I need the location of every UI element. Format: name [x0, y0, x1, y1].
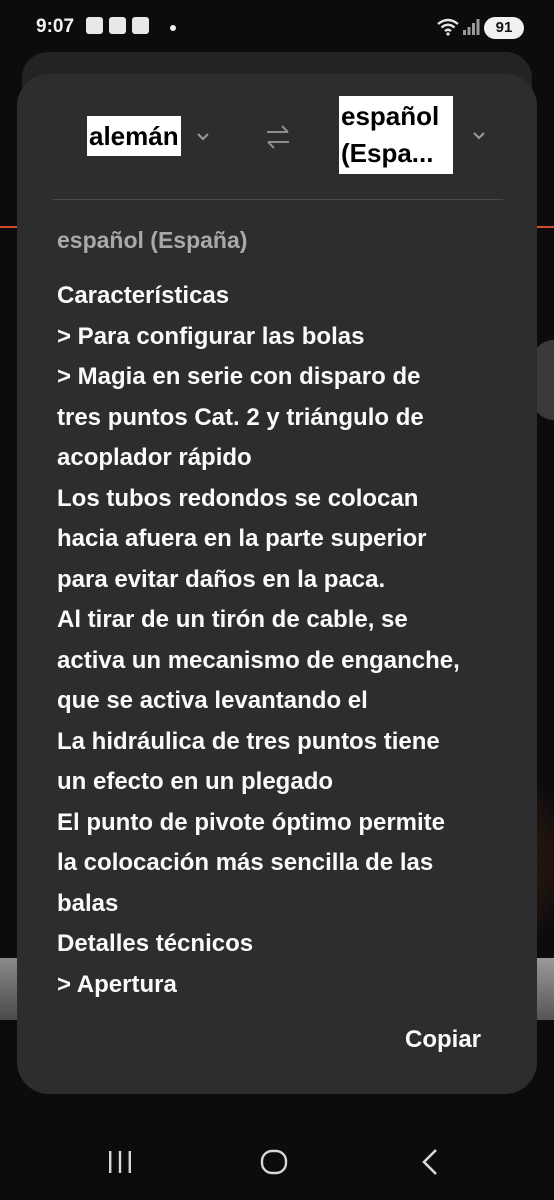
source-language-selector[interactable]: alemán [87, 116, 211, 156]
status-bar: 9:07 91 [0, 0, 554, 58]
result-line: para evitar daños en la paca. [57, 565, 386, 593]
result-line: tres puntos Cat. 2 y triángulo de [57, 403, 424, 431]
app-notification-icon [132, 17, 149, 34]
result-line: Al tirar de un tirón de cable, se [57, 606, 408, 633]
detected-language: español (España) [57, 227, 248, 253]
home-icon[interactable] [260, 1148, 288, 1176]
background-thumbnail-left [0, 958, 18, 1020]
translation-panel: alemán español (Espa... español (España)… [17, 74, 537, 1094]
result-line: > Magia en serie con disparo de [57, 363, 421, 390]
result-line: La hidráulica de tres puntos tiene [57, 727, 440, 755]
source-language-label: alemán [87, 116, 181, 156]
result-line: Los tubos redondos se colocan [57, 484, 419, 512]
recent-apps-icon[interactable] [106, 1150, 134, 1174]
result-line: > Para configurar las bolas [57, 322, 365, 350]
result-line: balas [57, 889, 119, 917]
result-line: Detalles técnicos [57, 930, 254, 957]
swap-arrows-icon[interactable] [263, 124, 293, 150]
result-line: un efecto en un plegado [57, 768, 334, 795]
chevron-down-icon [196, 133, 209, 141]
result-line: > Apertura [57, 970, 177, 998]
navigation-bar [0, 1120, 554, 1200]
result-line: activa un mecanismo de enganche, [57, 646, 460, 674]
chevron-down-icon [473, 132, 485, 140]
battery-indicator: 91 [484, 17, 524, 39]
translation-result: Características > Para configurar las bo… [57, 276, 507, 1005]
result-line: que se activa levantando el [57, 687, 368, 714]
target-language-selector[interactable]: español (Espa... [339, 96, 487, 174]
back-icon[interactable] [420, 1148, 440, 1176]
result-line: la colocación más sencilla de las [57, 849, 434, 876]
divider [53, 199, 503, 200]
result-line: Características [57, 282, 230, 309]
notification-icons [86, 17, 149, 34]
leaf-notification-icon [109, 17, 126, 34]
more-notifications-dot-icon [170, 25, 176, 31]
copy-button[interactable]: Copiar [405, 1026, 481, 1054]
signal-icon [463, 19, 480, 35]
wifi-icon [437, 18, 459, 36]
result-line: hacia afuera en la parte superior [57, 525, 427, 552]
result-line: acoplador rápido [57, 444, 252, 471]
pdf-notification-icon [86, 17, 103, 34]
background-thumbnail-right [534, 958, 554, 1020]
target-language-label: español (Espa... [339, 96, 453, 174]
status-time: 9:07 [36, 16, 75, 37]
result-line: El punto de pivote óptimo permite [57, 808, 446, 836]
